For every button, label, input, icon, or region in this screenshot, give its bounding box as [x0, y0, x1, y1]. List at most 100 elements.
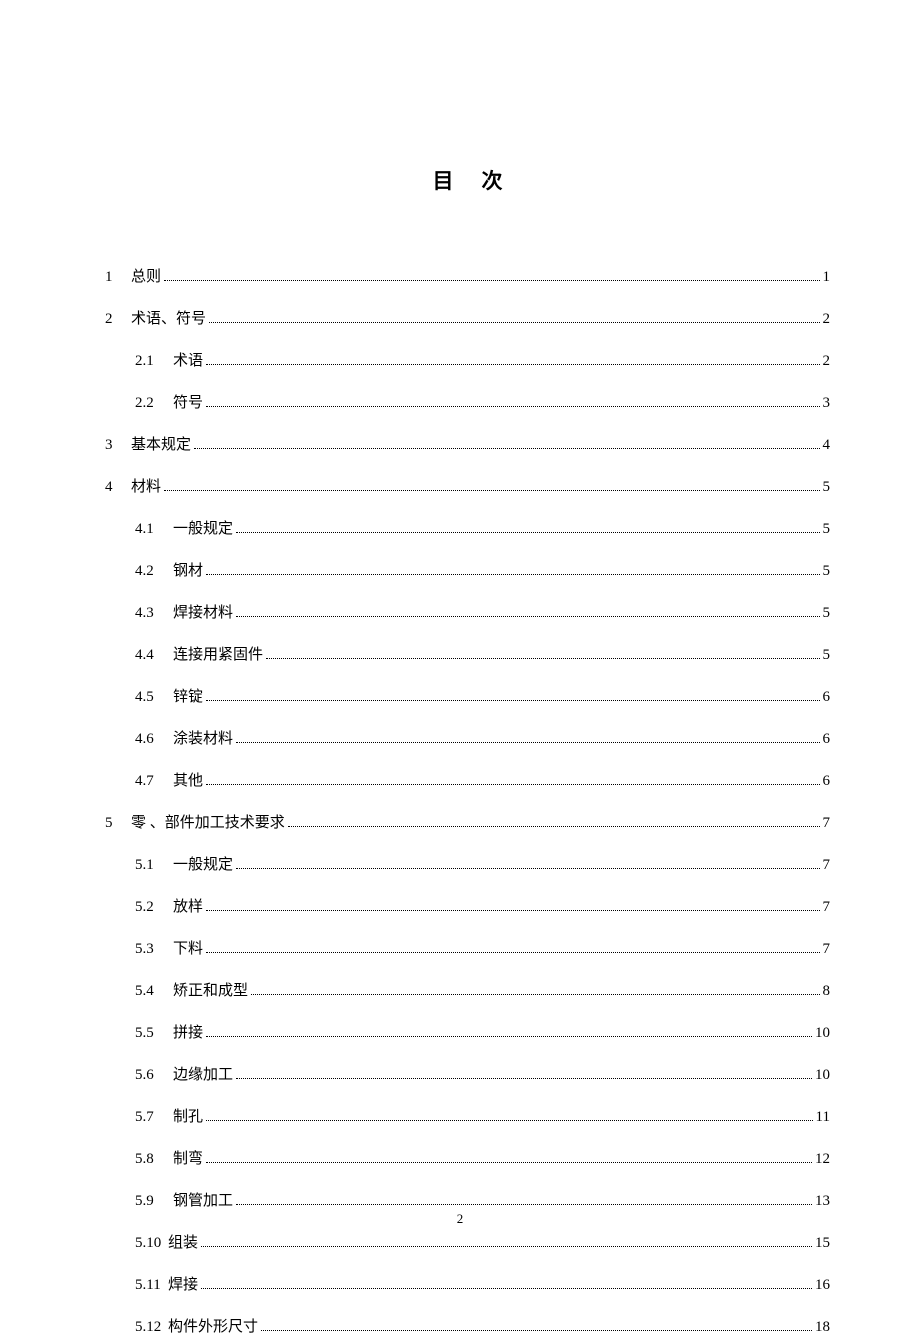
toc-leader-dots [206, 1120, 813, 1121]
toc-entry-number: 5.8 [135, 1151, 165, 1168]
toc-entry-number: 4.2 [135, 563, 165, 580]
toc-entry-label: 构件外形尺寸 [168, 1315, 258, 1336]
toc-entry: 4.2 钢材 5 [105, 559, 830, 580]
toc-entry: 5.1一般规定7 [105, 853, 830, 874]
toc-entry: 3基本规定4 [105, 433, 830, 454]
toc-entry-number: 4.6 [135, 731, 165, 748]
toc-entry-page: 1 [823, 269, 831, 286]
toc-entry: 5.12构件外形尺寸 18 [105, 1315, 830, 1336]
toc-entry-label: 钢管加工 [173, 1189, 233, 1210]
toc-entry-number: 2.2 [135, 395, 165, 412]
toc-entry-page: 7 [823, 899, 831, 916]
toc-entry: 5.8 制弯 12 [105, 1147, 830, 1168]
toc-leader-dots [236, 616, 819, 617]
toc-entry-label: 钢材 [173, 559, 203, 580]
toc-entry-page: 3 [823, 395, 831, 412]
toc-entry: 4.6 涂装材料 6 [105, 727, 830, 748]
toc-entry-label: 矫正和成型 [173, 979, 248, 1000]
toc-entry: 4.5锌锭6 [105, 685, 830, 706]
toc-entry: 4.1 一般规定 5 [105, 517, 830, 538]
toc-leader-dots [164, 280, 819, 281]
toc-entry-label: 总则 [131, 265, 161, 286]
toc-entry-page: 5 [823, 605, 831, 622]
toc-entry: 5.3下料7 [105, 937, 830, 958]
toc-leader-dots [288, 826, 820, 827]
toc-entry-number: 4.1 [135, 521, 165, 538]
toc-entry-label: 符号 [173, 391, 203, 412]
toc-entry-label: 一般规定 [173, 853, 233, 874]
toc-entry-number: 4.5 [135, 689, 165, 706]
toc-entry-number: 4 [105, 479, 123, 496]
toc-leader-dots [209, 322, 819, 323]
toc-leader-dots [206, 1036, 812, 1037]
toc-entry: 5.4矫正和成型8 [105, 979, 830, 1000]
toc-entry: 5.5拼接10 [105, 1021, 830, 1042]
toc-leader-dots [206, 700, 819, 701]
toc-entry-number: 5.2 [135, 899, 165, 916]
page-number: 2 [0, 1211, 920, 1227]
toc-entry-number: 5.7 [135, 1109, 165, 1126]
toc-entry-page: 18 [815, 1319, 830, 1336]
toc-leader-dots [266, 658, 819, 659]
toc-entry: 5.11焊接 16 [105, 1273, 830, 1294]
toc-leader-dots [206, 784, 819, 785]
toc-entry-label: 连接用紧固件 [173, 643, 263, 664]
toc-entry: 5.10组装15 [105, 1231, 830, 1252]
toc-entry-label: 焊接 [168, 1273, 198, 1294]
toc-leader-dots [261, 1330, 812, 1331]
toc-entry-number: 5.11 [135, 1277, 165, 1294]
toc-entry-page: 10 [815, 1067, 830, 1084]
table-of-contents: 1总则12术语、符号22.1术语22.2符号33基本规定44材料54.1一般规定… [105, 265, 830, 1336]
toc-entry: 5.7制孔11 [105, 1105, 830, 1126]
toc-entry: 4.4连接用紧固件5 [105, 643, 830, 664]
toc-entry-page: 5 [823, 479, 831, 496]
toc-entry-number: 2.1 [135, 353, 165, 370]
toc-leader-dots [236, 742, 819, 743]
toc-leader-dots [236, 1078, 812, 1079]
page-title: 目次 [105, 165, 830, 195]
toc-entry: 4 材料 5 [105, 475, 830, 496]
toc-entry-label: 制弯 [173, 1147, 203, 1168]
toc-entry: 4.3焊接材料5 [105, 601, 830, 622]
toc-leader-dots [201, 1288, 812, 1289]
toc-entry-number: 2 [105, 311, 123, 328]
toc-entry-page: 2 [823, 311, 831, 328]
toc-entry-page: 12 [815, 1151, 830, 1168]
toc-entry-page: 10 [815, 1025, 830, 1042]
toc-entry-label: 边缘加工 [173, 1063, 233, 1084]
toc-entry-page: 7 [823, 815, 831, 832]
toc-leader-dots [206, 406, 819, 407]
toc-entry-page: 16 [815, 1277, 830, 1294]
toc-leader-dots [236, 1204, 812, 1205]
toc-entry-number: 1 [105, 269, 123, 286]
toc-leader-dots [206, 952, 819, 953]
toc-entry-page: 5 [823, 563, 831, 580]
toc-leader-dots [201, 1246, 812, 1247]
toc-entry-page: 15 [815, 1235, 830, 1252]
toc-entry: 5 零 、部件加工技术要求 7 [105, 811, 830, 832]
toc-entry-label: 一般规定 [173, 517, 233, 538]
toc-entry-number: 5.12 [135, 1319, 165, 1336]
toc-entry-label: 制孔 [173, 1105, 203, 1126]
toc-entry-label: 放样 [173, 895, 203, 916]
toc-entry-label: 零 、部件加工技术要求 [131, 811, 285, 832]
toc-entry-label: 组装 [168, 1231, 198, 1252]
toc-entry: 5.9钢管加工13 [105, 1189, 830, 1210]
toc-entry-page: 5 [823, 521, 831, 538]
toc-entry-page: 6 [823, 731, 831, 748]
toc-entry-label: 材料 [131, 475, 161, 496]
toc-leader-dots [206, 910, 819, 911]
toc-leader-dots [206, 574, 819, 575]
toc-entry-label: 涂装材料 [173, 727, 233, 748]
toc-leader-dots [206, 364, 819, 365]
toc-entry-label: 其他 [173, 769, 203, 790]
toc-entry-number: 5 [105, 815, 123, 832]
toc-entry-label: 锌锭 [173, 685, 203, 706]
toc-entry-label: 焊接材料 [173, 601, 233, 622]
toc-entry: 1 总则 1 [105, 265, 830, 286]
toc-entry: 5.2 放样 7 [105, 895, 830, 916]
toc-entry-page: 2 [823, 353, 831, 370]
toc-entry-number: 3 [105, 437, 123, 454]
toc-entry-page: 13 [815, 1193, 830, 1210]
toc-entry-number: 5.1 [135, 857, 165, 874]
